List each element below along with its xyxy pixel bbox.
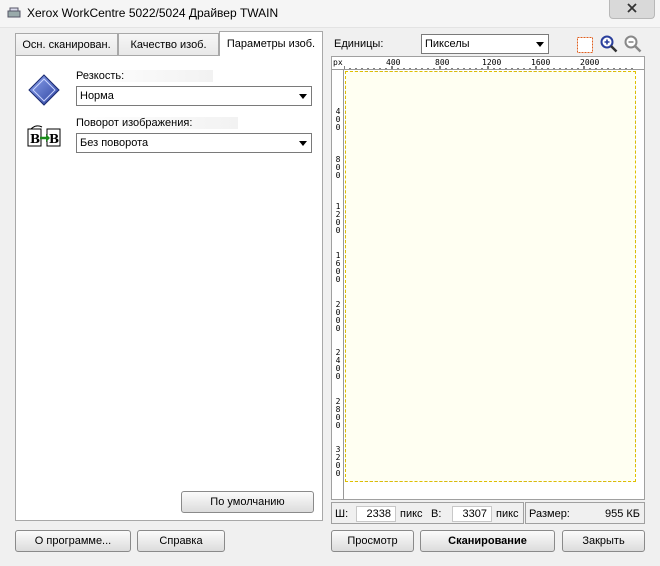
rotate-image-icon: B B: [26, 124, 62, 155]
close-button[interactable]: Закрыть: [562, 530, 645, 552]
tab-image-quality[interactable]: Качество изоб.: [118, 33, 219, 55]
sharpness-select[interactable]: Норма: [76, 86, 312, 106]
size-value: 955 КБ: [604, 508, 640, 520]
chevron-down-icon: [536, 42, 544, 47]
about-button-label: О программе...: [34, 535, 112, 547]
units-label: Единицы:: [334, 38, 384, 50]
rotation-label: Поворот изображения:: [76, 117, 238, 129]
help-button[interactable]: Справка: [137, 530, 225, 552]
width-label: Ш:: [335, 508, 349, 520]
scanner-icon: [7, 7, 21, 19]
rotation-value: Без поворота: [80, 137, 149, 149]
ruler-tick: 1600: [335, 251, 341, 284]
preview-button-label: Просмотр: [347, 535, 398, 547]
close-icon: [627, 2, 637, 16]
window-title: Xerox WorkCentre 5022/5024 Драйвер TWAIN: [27, 6, 279, 20]
units-value: Пикселы: [425, 38, 470, 50]
ruler-tick: 800: [335, 155, 341, 180]
sharpness-value: Норма: [80, 90, 114, 102]
ruler-tick: 400: [335, 107, 341, 132]
tab-image-options[interactable]: Параметры изоб.: [219, 31, 323, 56]
preview-area[interactable]: px 400 800 1200 1600 2000 400 800 1200 1…: [331, 56, 645, 500]
vertical-ruler: 400 800 1200 1600 2000 2400 2800 3200: [332, 70, 344, 499]
tab-label: Параметры изоб.: [226, 38, 316, 50]
scan-selection-area[interactable]: [345, 71, 636, 482]
ruler-tick: 3200: [335, 445, 341, 478]
zoom-in-icon[interactable]: [600, 35, 618, 53]
tab-label: Осн. сканирован.: [22, 38, 111, 51]
ruler-unit: px: [333, 58, 343, 67]
about-button[interactable]: О программе...: [15, 530, 131, 552]
svg-text:B: B: [49, 132, 59, 146]
preview-button[interactable]: Просмотр: [331, 530, 414, 552]
ruler-tick: 2000: [335, 300, 341, 333]
height-label: В:: [431, 508, 442, 520]
title-bar: Xerox WorkCentre 5022/5024 Драйвер TWAIN: [0, 0, 660, 28]
chevron-down-icon: [299, 94, 307, 99]
tab-panel: Резкость: Норма B B Поворот изображения:…: [15, 55, 323, 521]
window-close-button[interactable]: [609, 0, 655, 19]
height-unit: пикс: [496, 508, 519, 520]
ruler-tick: 2800: [335, 397, 341, 430]
default-button-label: По умолчанию: [210, 496, 285, 508]
size-bar: Размер: 955 КБ: [525, 502, 645, 524]
svg-text:B: B: [30, 132, 40, 146]
zoom-out-icon[interactable]: [624, 35, 642, 53]
ruler-tick: 2400: [335, 348, 341, 381]
dimensions-bar: Ш: 2338 пикс В: 3307 пикс: [331, 502, 524, 524]
diamond-sharpness-icon: [28, 74, 60, 109]
chevron-down-icon: [299, 141, 307, 146]
width-field[interactable]: 2338: [356, 506, 396, 522]
ruler-tick: 1200: [335, 202, 341, 235]
horizontal-ruler: px 400 800 1200 1600 2000: [332, 57, 644, 70]
rotation-select[interactable]: Без поворота: [76, 133, 312, 153]
tab-basic-scan[interactable]: Осн. сканирован.: [15, 33, 118, 55]
help-button-label: Справка: [159, 535, 203, 547]
size-label: Размер:: [529, 508, 570, 520]
scan-button-label: Сканирование: [448, 535, 527, 547]
tab-label: Качество изоб.: [130, 38, 207, 51]
sharpness-label: Резкость:: [76, 70, 213, 82]
width-unit: пикс: [400, 508, 423, 520]
default-button[interactable]: По умолчанию: [181, 491, 314, 513]
close-button-label: Закрыть: [582, 535, 625, 547]
height-field[interactable]: 3307: [452, 506, 492, 522]
units-select[interactable]: Пикселы: [421, 34, 549, 54]
select-area-icon[interactable]: [576, 36, 594, 54]
scan-button[interactable]: Сканирование: [420, 530, 555, 552]
